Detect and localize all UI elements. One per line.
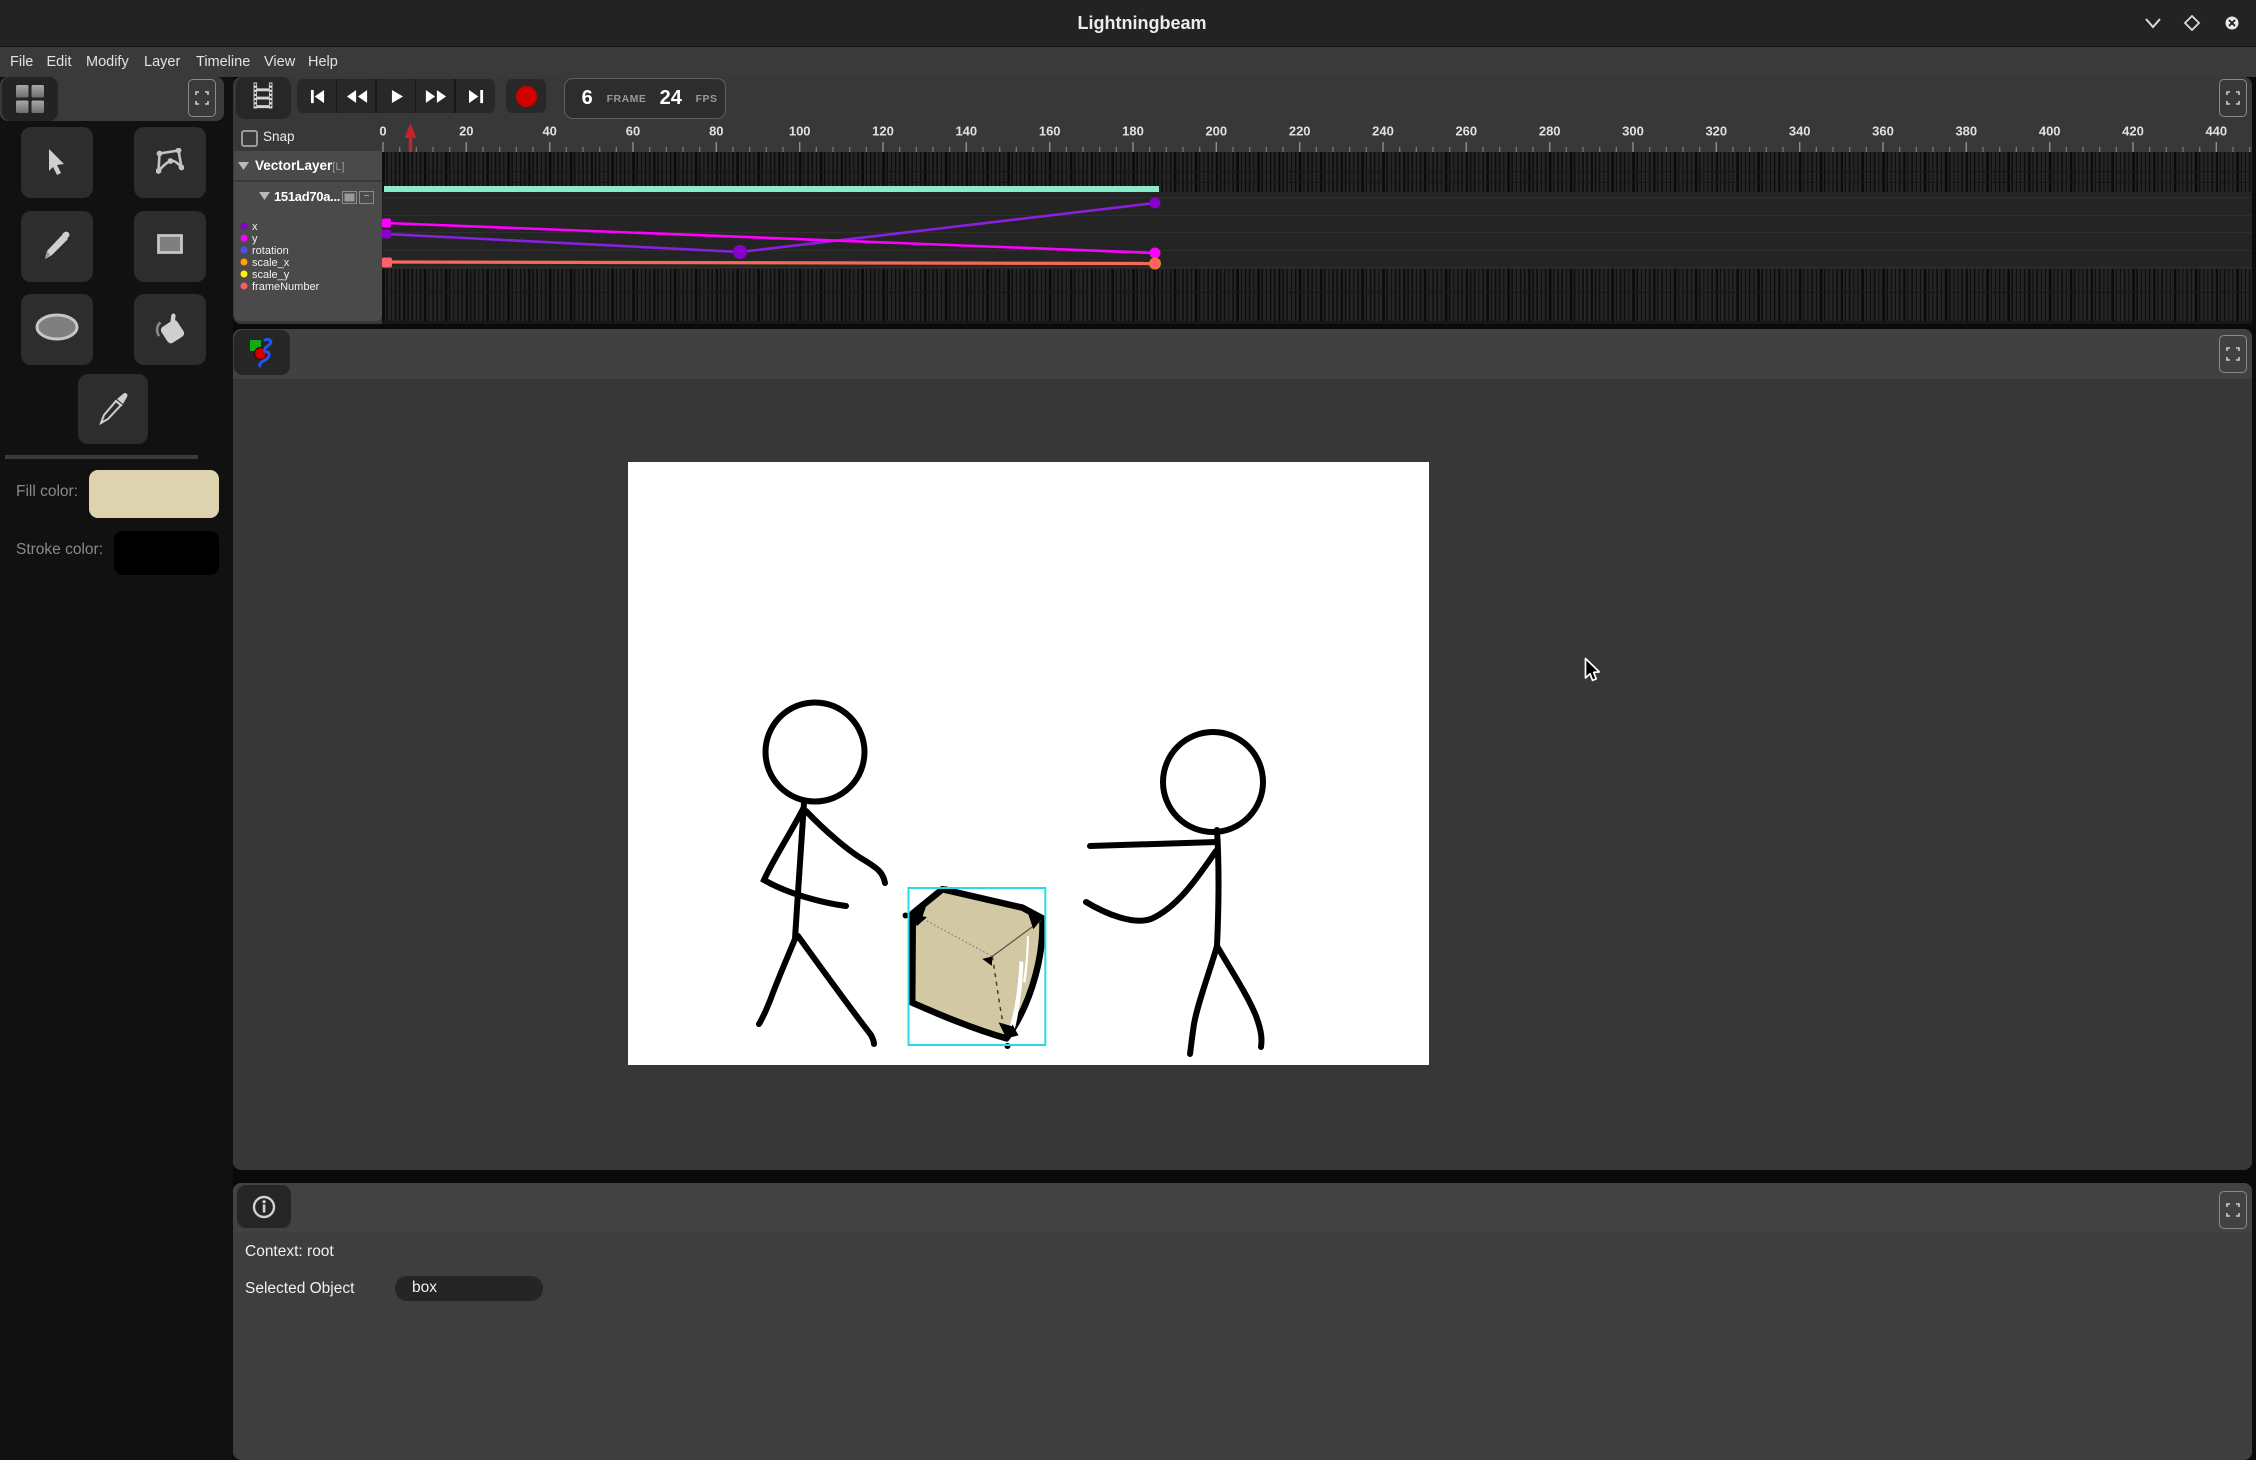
svg-text:440: 440: [2205, 124, 2227, 139]
svg-text:60: 60: [626, 124, 640, 139]
svg-text:200: 200: [1205, 124, 1227, 139]
svg-text:rotation: rotation: [252, 245, 289, 257]
svg-text:120: 120: [872, 124, 894, 139]
svg-text:frameNumber: frameNumber: [252, 281, 320, 293]
svg-text:260: 260: [1455, 124, 1477, 139]
svg-text:scale_x: scale_x: [252, 257, 290, 269]
svg-text:100: 100: [789, 124, 811, 139]
svg-text:160: 160: [1039, 124, 1061, 139]
svg-text:360: 360: [1872, 124, 1894, 139]
svg-text:0: 0: [379, 124, 386, 139]
svg-text:x: x: [252, 221, 258, 233]
svg-text:240: 240: [1372, 124, 1394, 139]
svg-text:300: 300: [1622, 124, 1644, 139]
svg-text:40: 40: [542, 124, 556, 139]
svg-text:280: 280: [1539, 124, 1561, 139]
svg-text:140: 140: [955, 124, 977, 139]
svg-text:320: 320: [1705, 124, 1727, 139]
svg-text:400: 400: [2039, 124, 2061, 139]
svg-text:20: 20: [459, 124, 473, 139]
svg-text:scale_y: scale_y: [252, 269, 290, 281]
svg-text:420: 420: [2122, 124, 2144, 139]
svg-text:80: 80: [709, 124, 723, 139]
svg-text:340: 340: [1789, 124, 1811, 139]
svg-text:y: y: [252, 233, 258, 245]
svg-text:180: 180: [1122, 124, 1144, 139]
svg-text:220: 220: [1289, 124, 1311, 139]
svg-text:380: 380: [1955, 124, 1977, 139]
